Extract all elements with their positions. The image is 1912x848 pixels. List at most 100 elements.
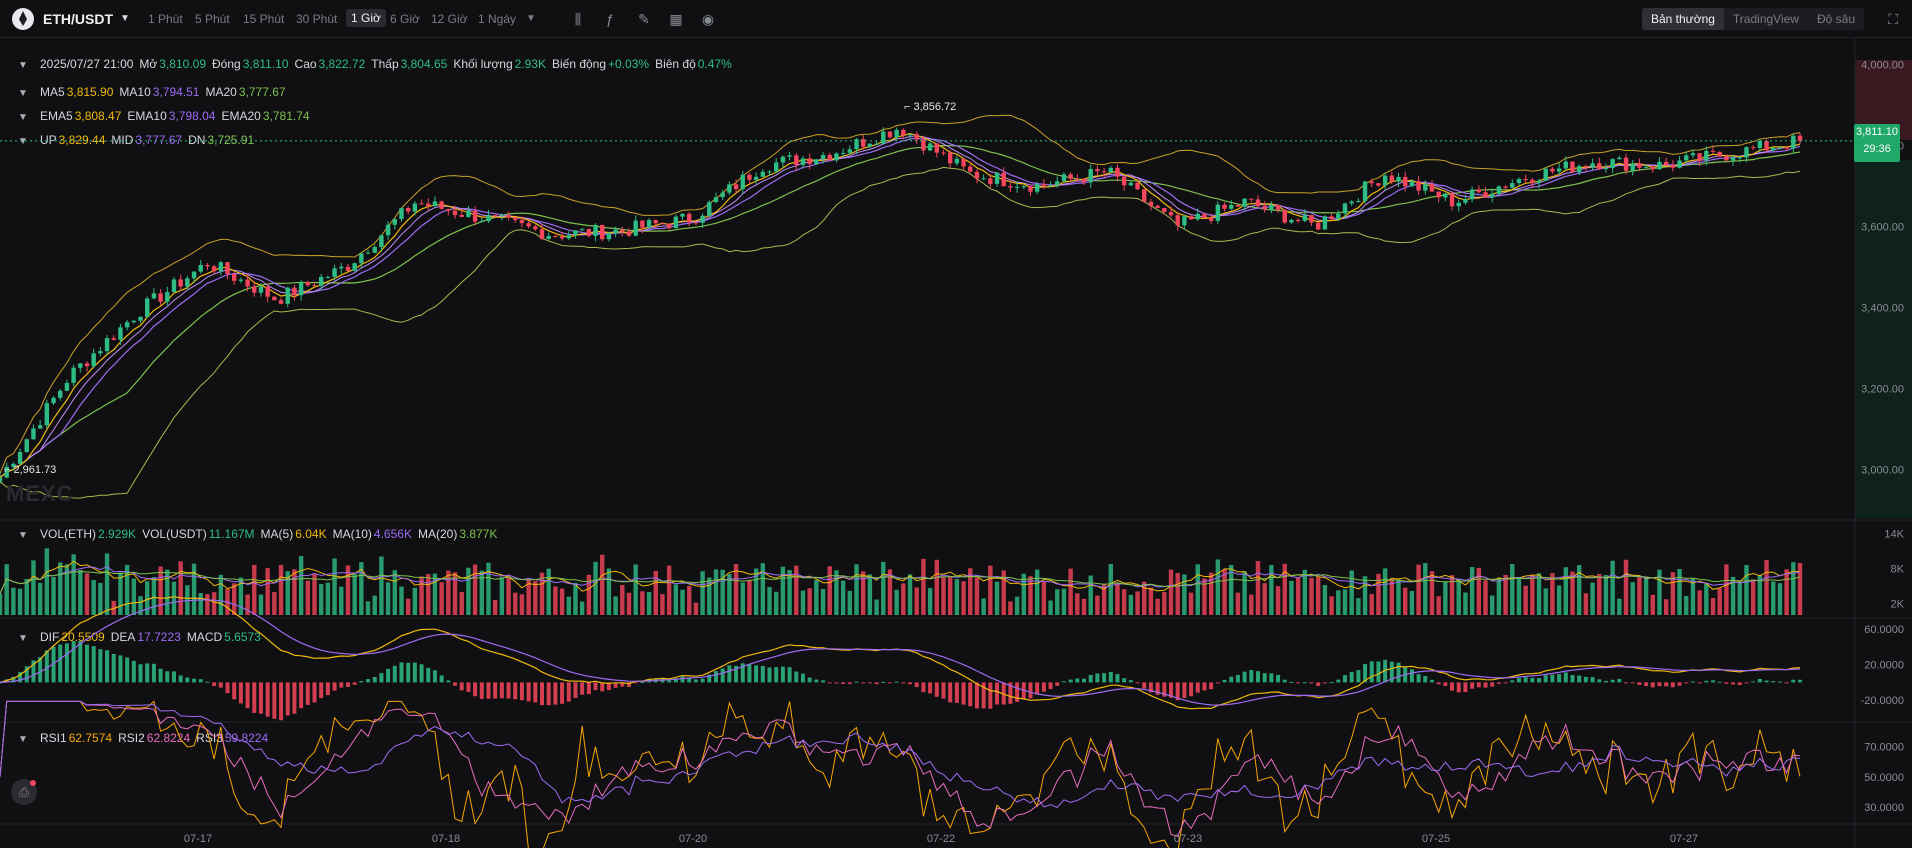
volume-bar [874,599,879,615]
volume-bar [1516,577,1522,615]
candle-body [954,158,960,164]
volume-bar [492,600,498,615]
candle-body [359,253,364,264]
candle-body [1316,222,1321,230]
volume-bar [1162,592,1167,615]
macd-histogram-bar [1590,677,1595,683]
candle-body [1436,191,1441,198]
macd-histogram-bar [406,662,411,683]
volume-bar [1369,594,1374,615]
orders-icon[interactable]: ⎙ [11,779,37,805]
macd-histogram-bar [834,682,839,684]
volume-bar [1034,569,1040,615]
volume-bar [178,561,183,615]
volume-bar [1797,563,1803,615]
macd-histogram-bar [573,682,578,699]
time-tick-label: 07-18 [432,833,460,845]
macd-histogram-bar [1316,682,1321,686]
macd-histogram-bar [586,682,591,695]
macd-histogram-bar [279,682,284,721]
candle-body [138,316,143,321]
candle-body [345,266,351,271]
volume-bar [1249,594,1254,615]
candle-body [1463,199,1468,203]
macd-histogram-bar [988,682,993,709]
macd-histogram-bar [1349,671,1354,683]
candle-body [526,223,531,227]
macd-histogram-bar [178,675,183,683]
volume-bar [265,568,270,615]
candle-body [1275,205,1281,210]
volume-bar [1771,581,1776,615]
candlestick-chart[interactable]: 4,000.003,800.003,600.003,400.003,200.00… [0,0,1912,848]
candle-body [1704,150,1709,161]
candle-body [1496,186,1502,194]
candle-body [17,452,23,464]
candle-body [145,298,150,317]
candle-body [185,278,190,287]
macd-histogram-bar [1309,682,1314,684]
vol-tick-label: 14K [1884,529,1904,541]
volume-bar [660,594,665,615]
volume-bar [1764,559,1769,615]
macd-histogram-bar [78,641,83,683]
volume-bar [1710,598,1716,615]
candle-body [1710,150,1716,152]
volume-bar [472,564,478,615]
macd-histogram-bar [1262,673,1267,683]
candle-body [1403,176,1408,187]
volume-bar [452,572,458,615]
candle-body [278,300,284,304]
countdown: 29:36 [1863,143,1891,155]
macd-histogram-bar [540,682,545,706]
volume-bar [1630,582,1635,615]
candle-body [372,247,377,253]
candle-body [245,279,250,287]
candle-body [1443,193,1448,198]
macd-histogram-bar [1684,682,1689,684]
macd-histogram-bar [1483,682,1488,688]
macd-histogram-bar [453,682,458,686]
volume-bar [1349,570,1354,615]
volume-bar [559,588,565,615]
volume-bar [1637,575,1642,615]
volume-bar [1590,582,1595,615]
candle-body [1389,175,1395,182]
macd-histogram-bar [881,681,886,683]
candle-body [1764,140,1769,151]
volume-bar [1242,571,1247,615]
candle-body [1048,185,1053,187]
volume-bar [1309,577,1314,615]
volume-bar [1182,574,1187,615]
volume-bar [1489,595,1495,615]
macd-histogram-bar [827,682,832,684]
candle-body [794,155,799,165]
macd-histogram-bar [1088,674,1093,683]
macd-histogram-bar [1630,682,1635,684]
volume-bar [499,577,505,615]
macd-histogram-bar [1771,681,1776,683]
candle-body [439,201,444,209]
macd-histogram-bar [754,665,759,683]
volume-bar [379,556,384,615]
volume-bar [399,586,404,615]
candle-body [934,143,940,153]
macd-histogram-bar [1784,682,1789,684]
volume-bar [24,578,29,615]
volume-bar [1791,562,1796,615]
volume-bar [1389,578,1395,615]
macd-histogram-bar [1731,682,1736,685]
volume-bar [278,564,284,615]
candle-body [1108,167,1113,173]
volume-bar [1041,580,1047,615]
time-tick-label: 07-23 [1174,833,1202,845]
candle-body [941,152,946,154]
macd-histogram-bar [131,660,136,683]
candle-body [1182,216,1187,226]
macd-histogram-bar [1757,679,1762,683]
volume-bar [1095,595,1100,615]
candle-body [1008,186,1013,188]
volume-bar [1583,593,1589,615]
volume-bar [1135,591,1140,615]
macd-histogram-bar [553,682,558,705]
